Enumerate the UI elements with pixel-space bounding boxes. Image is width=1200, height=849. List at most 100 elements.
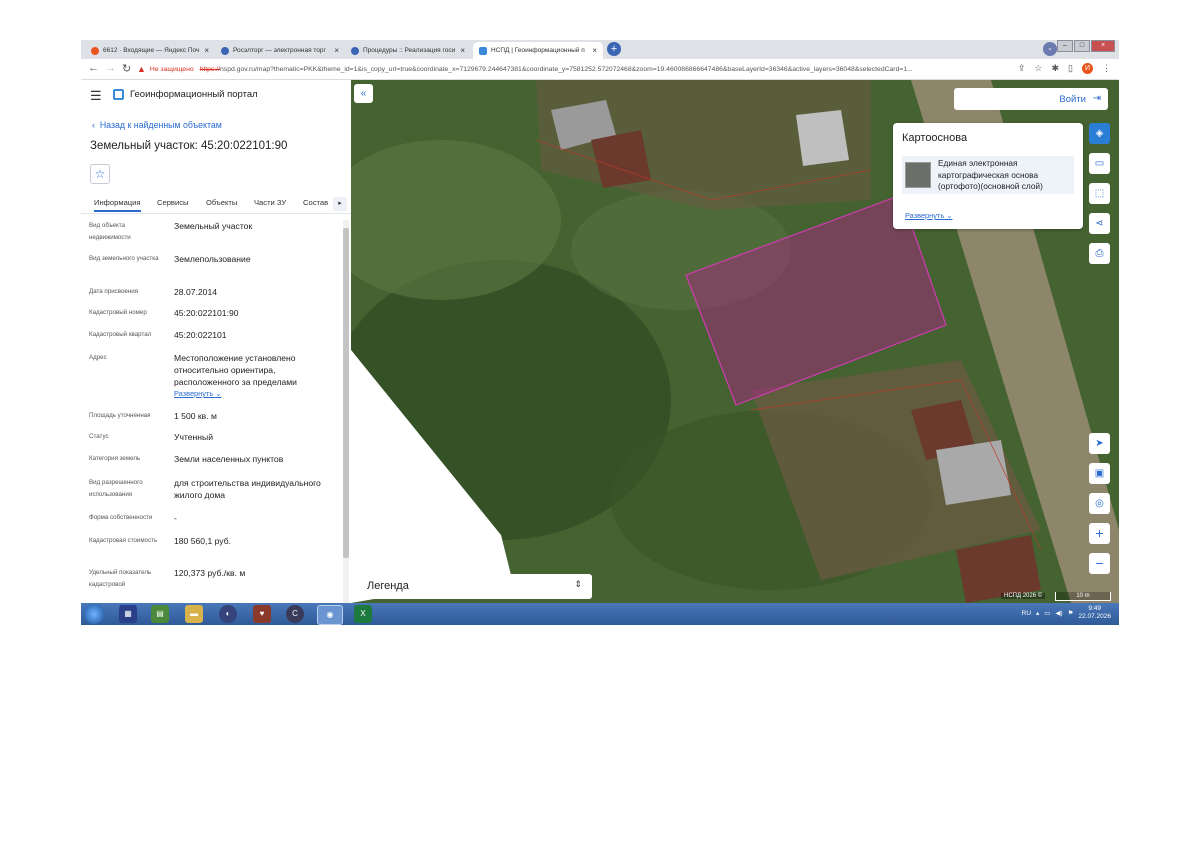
attribute-value: 45:20:022101:90: [174, 308, 239, 318]
menu-dots-icon[interactable]: ⋮: [1102, 63, 1111, 74]
new-tab-button[interactable]: +: [607, 42, 621, 56]
bookmark-star-icon[interactable]: ☆: [1034, 63, 1042, 74]
share-icon[interactable]: ⇪: [1018, 63, 1026, 74]
legend-dropdown[interactable]: Легенда ⇕: [357, 574, 592, 599]
chevron-down-icon: ⌄: [215, 389, 222, 398]
tab-label: НСПД | Геоинформационный п: [491, 47, 585, 54]
basemap-card: Картооснова Единая электронная картограф…: [893, 123, 1083, 229]
basemap-expand-link[interactable]: Развернуть ⌄: [905, 211, 952, 220]
window-controls: – □ ×: [1056, 40, 1115, 52]
address-value: Местоположение установлено относительно …: [174, 353, 297, 387]
scrollbar-thumb[interactable]: [343, 228, 349, 558]
profile-avatar[interactable]: И: [1082, 63, 1093, 74]
flag-icon[interactable]: ⚑: [1068, 609, 1074, 617]
chrome-icon[interactable]: ◉: [317, 605, 343, 625]
share-tool-button[interactable]: ⋖: [1089, 213, 1110, 234]
tab-objects[interactable]: Объекты: [206, 198, 237, 207]
browser-tab-procedures[interactable]: Процедуры :: Реализация госи ×: [345, 42, 471, 59]
tab-information[interactable]: Информация: [94, 198, 141, 212]
app-icon[interactable]: C: [286, 605, 304, 623]
start-button-icon[interactable]: [84, 604, 104, 624]
basemap-title: Картооснова: [902, 132, 968, 144]
reload-icon[interactable]: ↻: [122, 62, 131, 75]
attribute-label: Статус: [89, 433, 109, 440]
select-area-tool-button[interactable]: ⬚: [1089, 183, 1110, 204]
hamburger-menu-icon[interactable]: ☰: [90, 88, 102, 104]
language-indicator[interactable]: RU: [1022, 610, 1031, 617]
close-icon[interactable]: ×: [330, 46, 339, 55]
browser-tab-strip: 6612 · Входящие — Яндекс Поч × Росэлторг…: [81, 40, 1119, 59]
attribute-value: Земельный участок: [174, 221, 253, 231]
tab-label: Процедуры :: Реализация госи: [363, 47, 456, 54]
search-location-button[interactable]: ◎: [1089, 493, 1110, 514]
zoom-in-button[interactable]: +: [1089, 523, 1110, 544]
attribute-label: Дата присвоения: [89, 288, 139, 295]
extensions-icon[interactable]: ✱: [1052, 63, 1060, 74]
basemap-layer-item[interactable]: Единая электронная картографическая осно…: [902, 156, 1074, 194]
tab-composition[interactable]: Состав: [303, 198, 328, 207]
building-roof: [796, 110, 849, 166]
clock-time: 9:49: [1088, 605, 1102, 612]
collapse-panel-button[interactable]: «: [354, 84, 373, 103]
app-icon[interactable]: ▤: [151, 605, 169, 623]
attribute-value: Учтенный: [174, 432, 214, 442]
close-icon[interactable]: ×: [588, 46, 597, 55]
measure-tool-button[interactable]: ▭: [1089, 153, 1110, 174]
expand-label: Развернуть: [905, 211, 945, 220]
tab-services[interactable]: Сервисы: [157, 198, 188, 207]
map-view[interactable]: « Войти ⇥ Картооснова Единая электронная…: [351, 80, 1119, 603]
forward-arrow-icon[interactable]: →: [105, 62, 116, 74]
favorite-star-button[interactable]: ☆: [90, 164, 110, 184]
back-to-results-link[interactable]: ‹ Назад к найденным объектам: [92, 120, 222, 130]
attribute-label: Форма собственности: [89, 514, 153, 521]
close-icon[interactable]: ×: [456, 46, 465, 55]
volume-icon[interactable]: ◀): [1055, 609, 1062, 617]
app-icon[interactable]: ▦: [119, 605, 137, 623]
basemap-thumbnail: [905, 162, 931, 188]
attribute-value: Земли населенных пунктов: [174, 454, 284, 464]
panel-scrollbar[interactable]: [343, 220, 349, 603]
navigation-arrow-icon: ➤: [1095, 438, 1104, 449]
maximize-icon[interactable]: □: [1074, 40, 1090, 52]
url-field[interactable]: ▲ Не защищено https:// nspd.gov.ru/map?t…: [137, 62, 1007, 76]
tray-arrow-icon[interactable]: ▴: [1036, 609, 1039, 617]
browser-tab-roseltorg[interactable]: Росэлторг — электронная торг ×: [215, 42, 345, 59]
minus-icon: −: [1095, 555, 1104, 571]
excel-icon[interactable]: X: [354, 605, 372, 623]
geolocation-button[interactable]: ➤: [1089, 433, 1110, 454]
zoom-out-button[interactable]: −: [1089, 553, 1110, 574]
layers-tool-button[interactable]: ◈: [1089, 123, 1110, 144]
browser-tab-mail[interactable]: 6612 · Входящие — Яндекс Поч ×: [85, 42, 215, 59]
attribute-value: 28.07.2014: [174, 287, 218, 297]
tabs-scroll-right-icon[interactable]: ▸: [333, 197, 347, 211]
minimize-icon[interactable]: –: [1057, 40, 1073, 52]
url-scheme: https://: [199, 65, 221, 73]
browser-tab-nspd[interactable]: НСПД | Геоинформационный п ×: [473, 42, 603, 59]
tab-search-chevron-icon[interactable]: ⌄: [1043, 42, 1057, 56]
attribute-value: 120,373 руб./кв. м: [174, 568, 246, 578]
attribute-label: Площадь уточненная: [89, 412, 151, 419]
map-attribution: НСПД 2026 ©: [1001, 593, 1046, 599]
chevron-left-icon: ‹: [92, 120, 95, 130]
address-expand-link[interactable]: Развернуть ⌄: [174, 389, 221, 398]
login-button[interactable]: Войти ⇥: [954, 88, 1108, 110]
folder-icon[interactable]: ▬: [185, 605, 203, 623]
attribute-label: Вид объекта недвижимости: [89, 222, 131, 241]
sidebar-icon[interactable]: ▯: [1068, 63, 1073, 74]
app-icon[interactable]: ♥: [253, 605, 271, 623]
clock[interactable]: 9:49 22.07.2026: [1078, 605, 1111, 621]
tab-parts[interactable]: Части ЗУ: [254, 198, 286, 207]
print-tool-button[interactable]: ⎙: [1089, 243, 1110, 264]
close-icon[interactable]: ×: [200, 46, 209, 55]
app-icon[interactable]: ◐: [219, 605, 237, 623]
minimap-button[interactable]: ▣: [1089, 463, 1110, 484]
back-arrow-icon[interactable]: ←: [88, 62, 99, 74]
address-bar: ← → ↻ ▲ Не защищено https:// nspd.gov.ru…: [81, 59, 1119, 80]
screenshot-frame: 6612 · Входящие — Яндекс Поч × Росэлторг…: [81, 40, 1119, 625]
minimap-icon: ▣: [1094, 468, 1105, 479]
network-icon[interactable]: ▭: [1044, 609, 1050, 617]
plus-icon: +: [1095, 525, 1104, 541]
attribute-label: Кадастровый номер: [89, 309, 147, 316]
basemap-layer-name: Единая электронная картографическая осно…: [938, 158, 1043, 191]
window-close-icon[interactable]: ×: [1091, 40, 1115, 52]
